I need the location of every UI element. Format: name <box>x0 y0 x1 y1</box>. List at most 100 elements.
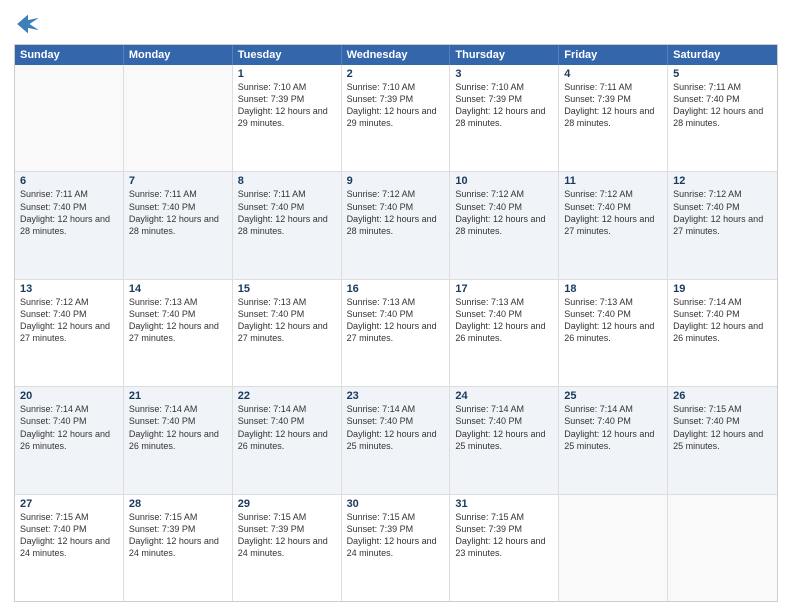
day-info: Sunrise: 7:13 AM Sunset: 7:40 PM Dayligh… <box>129 296 227 345</box>
day-cell-4: 4Sunrise: 7:11 AM Sunset: 7:39 PM Daylig… <box>559 65 668 171</box>
day-info: Sunrise: 7:14 AM Sunset: 7:40 PM Dayligh… <box>238 403 336 452</box>
day-info: Sunrise: 7:15 AM Sunset: 7:39 PM Dayligh… <box>455 511 553 560</box>
day-number: 18 <box>564 283 662 295</box>
day-cell-3: 3Sunrise: 7:10 AM Sunset: 7:39 PM Daylig… <box>450 65 559 171</box>
day-info: Sunrise: 7:10 AM Sunset: 7:39 PM Dayligh… <box>347 81 445 130</box>
day-number: 30 <box>347 498 445 510</box>
day-cell-22: 22Sunrise: 7:14 AM Sunset: 7:40 PM Dayli… <box>233 387 342 493</box>
day-number: 7 <box>129 175 227 187</box>
day-info: Sunrise: 7:15 AM Sunset: 7:40 PM Dayligh… <box>20 511 118 560</box>
day-info: Sunrise: 7:14 AM Sunset: 7:40 PM Dayligh… <box>20 403 118 452</box>
day-cell-18: 18Sunrise: 7:13 AM Sunset: 7:40 PM Dayli… <box>559 280 668 386</box>
page: SundayMondayTuesdayWednesdayThursdayFrid… <box>0 0 792 612</box>
day-info: Sunrise: 7:14 AM Sunset: 7:40 PM Dayligh… <box>129 403 227 452</box>
weekday-header-monday: Monday <box>124 45 233 65</box>
day-info: Sunrise: 7:14 AM Sunset: 7:40 PM Dayligh… <box>347 403 445 452</box>
calendar-row: 1 Sunrise: 7:10 AM Sunset: 7:39 PM Daylig… <box>15 65 777 171</box>
day-number: 1 <box>238 68 336 80</box>
day-cell-16: 16Sunrise: 7:13 AM Sunset: 7:40 PM Dayli… <box>342 280 451 386</box>
calendar-header: SundayMondayTuesdayWednesdayThursdayFrid… <box>15 45 777 65</box>
day-info: Sunrise: 7:12 AM Sunset: 7:40 PM Dayligh… <box>455 188 553 237</box>
day-info: Sunrise: 7:15 AM Sunset: 7:39 PM Dayligh… <box>129 511 227 560</box>
weekday-header-saturday: Saturday <box>668 45 777 65</box>
day-number: 9 <box>347 175 445 187</box>
day-number: 15 <box>238 283 336 295</box>
day-number: 19 <box>673 283 772 295</box>
day-info: Sunrise: 7:11 AM Sunset: 7:40 PM Dayligh… <box>238 188 336 237</box>
day-number: 21 <box>129 390 227 402</box>
day-number: 2 <box>347 68 445 80</box>
day-cell-24: 24Sunrise: 7:14 AM Sunset: 7:40 PM Dayli… <box>450 387 559 493</box>
day-cell-25: 25Sunrise: 7:14 AM Sunset: 7:40 PM Dayli… <box>559 387 668 493</box>
day-cell-15: 15Sunrise: 7:13 AM Sunset: 7:40 PM Dayli… <box>233 280 342 386</box>
day-number: 10 <box>455 175 553 187</box>
weekday-header-friday: Friday <box>559 45 668 65</box>
day-cell-19: 19Sunrise: 7:14 AM Sunset: 7:40 PM Dayli… <box>668 280 777 386</box>
day-info: Sunrise: 7:14 AM Sunset: 7:40 PM Dayligh… <box>673 296 772 345</box>
empty-cell <box>15 65 124 171</box>
day-number: 23 <box>347 390 445 402</box>
logo-icon <box>14 10 42 38</box>
day-cell-26: 26Sunrise: 7:15 AM Sunset: 7:40 PM Dayli… <box>668 387 777 493</box>
day-cell-14: 14Sunrise: 7:13 AM Sunset: 7:40 PM Dayli… <box>124 280 233 386</box>
weekday-header-sunday: Sunday <box>15 45 124 65</box>
day-info: Sunrise: 7:12 AM Sunset: 7:40 PM Dayligh… <box>673 188 772 237</box>
day-number: 8 <box>238 175 336 187</box>
empty-cell <box>668 495 777 601</box>
weekday-header-wednesday: Wednesday <box>342 45 451 65</box>
day-number: 13 <box>20 283 118 295</box>
day-number: 24 <box>455 390 553 402</box>
day-number: 14 <box>129 283 227 295</box>
day-info: Sunrise: 7:13 AM Sunset: 7:40 PM Dayligh… <box>347 296 445 345</box>
day-cell-7: 7Sunrise: 7:11 AM Sunset: 7:40 PM Daylig… <box>124 172 233 278</box>
day-info: Sunrise: 7:12 AM Sunset: 7:40 PM Dayligh… <box>20 296 118 345</box>
day-number: 3 <box>455 68 553 80</box>
day-cell-11: 11Sunrise: 7:12 AM Sunset: 7:40 PM Dayli… <box>559 172 668 278</box>
day-info: Sunrise: 7:14 AM Sunset: 7:40 PM Dayligh… <box>564 403 662 452</box>
day-info: Sunrise: 7:11 AM Sunset: 7:40 PM Dayligh… <box>673 81 772 130</box>
day-info: Sunrise: 7:13 AM Sunset: 7:40 PM Dayligh… <box>564 296 662 345</box>
day-cell-27: 27Sunrise: 7:15 AM Sunset: 7:40 PM Dayli… <box>15 495 124 601</box>
day-info: Sunrise: 7:14 AM Sunset: 7:40 PM Dayligh… <box>455 403 553 452</box>
day-cell-30: 30Sunrise: 7:15 AM Sunset: 7:39 PM Dayli… <box>342 495 451 601</box>
day-cell-9: 9Sunrise: 7:12 AM Sunset: 7:40 PM Daylig… <box>342 172 451 278</box>
day-cell-8: 8Sunrise: 7:11 AM Sunset: 7:40 PM Daylig… <box>233 172 342 278</box>
day-number: 17 <box>455 283 553 295</box>
day-number: 12 <box>673 175 772 187</box>
day-number: 28 <box>129 498 227 510</box>
day-cell-23: 23Sunrise: 7:14 AM Sunset: 7:40 PM Dayli… <box>342 387 451 493</box>
calendar: SundayMondayTuesdayWednesdayThursdayFrid… <box>14 44 778 602</box>
day-number: 11 <box>564 175 662 187</box>
empty-cell <box>124 65 233 171</box>
calendar-row: 27Sunrise: 7:15 AM Sunset: 7:40 PM Dayli… <box>15 494 777 601</box>
day-info: Sunrise: 7:11 AM Sunset: 7:39 PM Dayligh… <box>564 81 662 130</box>
day-cell-21: 21Sunrise: 7:14 AM Sunset: 7:40 PM Dayli… <box>124 387 233 493</box>
day-info: Sunrise: 7:15 AM Sunset: 7:39 PM Dayligh… <box>238 511 336 560</box>
day-cell-2: 2Sunrise: 7:10 AM Sunset: 7:39 PM Daylig… <box>342 65 451 171</box>
day-cell-28: 28Sunrise: 7:15 AM Sunset: 7:39 PM Dayli… <box>124 495 233 601</box>
day-cell-20: 20Sunrise: 7:14 AM Sunset: 7:40 PM Dayli… <box>15 387 124 493</box>
day-cell-10: 10Sunrise: 7:12 AM Sunset: 7:40 PM Dayli… <box>450 172 559 278</box>
empty-cell <box>559 495 668 601</box>
weekday-header-tuesday: Tuesday <box>233 45 342 65</box>
day-info: Sunrise: 7:12 AM Sunset: 7:40 PM Dayligh… <box>564 188 662 237</box>
header <box>14 10 778 38</box>
calendar-row: 6 Sunrise: 7:11 AM Sunset: 7:40 PM Daylig… <box>15 171 777 278</box>
weekday-header-thursday: Thursday <box>450 45 559 65</box>
day-number: 27 <box>20 498 118 510</box>
day-number: 29 <box>238 498 336 510</box>
day-info: Sunrise: 7:15 AM Sunset: 7:40 PM Dayligh… <box>673 403 772 452</box>
day-number: 6 <box>20 175 118 187</box>
day-cell-13: 13Sunrise: 7:12 AM Sunset: 7:40 PM Dayli… <box>15 280 124 386</box>
day-number: 5 <box>673 68 772 80</box>
day-info: Sunrise: 7:15 AM Sunset: 7:39 PM Dayligh… <box>347 511 445 560</box>
calendar-row: 13Sunrise: 7:12 AM Sunset: 7:40 PM Dayli… <box>15 279 777 386</box>
day-number: 26 <box>673 390 772 402</box>
day-number: 31 <box>455 498 553 510</box>
day-info: Sunrise: 7:12 AM Sunset: 7:40 PM Dayligh… <box>347 188 445 237</box>
day-number: 25 <box>564 390 662 402</box>
day-cell-29: 29Sunrise: 7:15 AM Sunset: 7:39 PM Dayli… <box>233 495 342 601</box>
day-cell-1: 1Sunrise: 7:10 AM Sunset: 7:39 PM Daylig… <box>233 65 342 171</box>
day-cell-17: 17Sunrise: 7:13 AM Sunset: 7:40 PM Dayli… <box>450 280 559 386</box>
day-cell-31: 31Sunrise: 7:15 AM Sunset: 7:39 PM Dayli… <box>450 495 559 601</box>
